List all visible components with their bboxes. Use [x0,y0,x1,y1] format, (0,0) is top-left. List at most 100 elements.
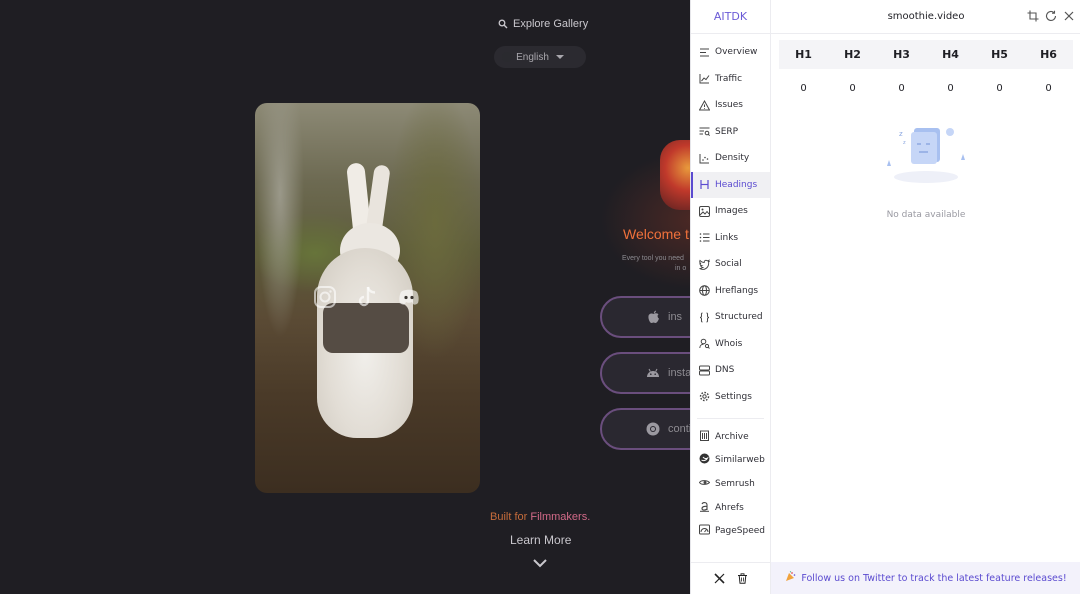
party-icon [785,571,796,585]
sidebar-item-pagespeed[interactable]: PageSpeed [691,519,770,543]
flag-icon [502,52,512,62]
topbar: smoothie.video [771,0,1080,34]
aitdk-panel: AITDK Overview Traffic Issues SERP Densi… [690,0,1080,594]
sidebar-item-label: Ahrefs [715,502,744,513]
sidebar-item-archive[interactable]: Archive [691,425,770,449]
heading-label-h5: H5 [991,48,1008,61]
heading-count-h3: 0 [898,82,905,94]
continue-chrome-label: conti [668,423,692,435]
language-select[interactable]: English [494,46,586,68]
sidebar-item-label: Hreflangs [715,285,759,296]
sidebar-item-social[interactable]: Social [691,251,770,278]
sidebar-item-links[interactable]: Links [691,225,770,252]
welcome-heading: Welcome t [623,226,689,242]
warning-icon [699,99,710,111]
sidebar-item-overview[interactable]: Overview [691,39,770,66]
tagline-line-2: in o [675,265,687,272]
hero-video[interactable] [255,103,480,493]
chrome-icon [646,422,660,436]
server-icon [699,365,710,376]
sidebar: AITDK Overview Traffic Issues SERP Densi… [691,0,771,594]
sidebar-item-label: Images [715,206,748,217]
sidebar-item-structured[interactable]: Structured [691,304,770,331]
sidebar-item-images[interactable]: Images [691,198,770,225]
globe-icon [699,285,710,297]
tagline: Every tool you need in o [622,254,686,274]
archive-icon [699,430,710,444]
language-label: English [516,51,549,63]
sidebar-item-density[interactable]: Density [691,145,770,172]
sidebar-item-label: Traffic [715,73,743,84]
sidebar-item-ahrefs[interactable]: Ahrefs [691,496,770,520]
topbar-tools [1027,10,1075,22]
external-tools: Archive Similarweb Semrush Ahrefs PageSp… [691,425,770,543]
heading-count-h4: 0 [947,82,954,94]
sidebar-item-issues[interactable]: Issues [691,92,770,119]
sidebar-item-traffic[interactable]: Traffic [691,66,770,93]
twitter-banner-text: Follow us on Twitter to track the latest… [801,572,1067,584]
aitdk-logo[interactable]: AITDK [691,0,770,34]
ahrefs-icon [699,501,710,515]
gear-icon [699,391,710,402]
install-mac-label: ins [668,311,683,323]
sidebar-footer [691,562,771,594]
similarweb-icon [699,453,710,467]
sidebar-item-similarweb[interactable]: Similarweb [691,449,770,473]
explore-gallery-link[interactable]: Explore Gallery [498,18,588,30]
bunny-vest [323,303,409,353]
pagespeed-icon [699,524,710,538]
heading-label-h2: H2 [844,48,861,61]
refresh-icon[interactable] [1045,10,1057,22]
sidebar-item-label: Structured [715,312,763,323]
trash-icon[interactable] [737,569,748,588]
sidebar-item-label: Settings [715,391,752,402]
sidebar-item-serp[interactable]: SERP [691,119,770,146]
sidebar-item-label: Issues [715,100,743,111]
explore-gallery-label: Explore Gallery [513,18,589,30]
sidebar-item-label: Archive [715,431,749,442]
sidebar-item-headings[interactable]: Headings [691,171,770,198]
sidebar-item-settings[interactable]: Settings [691,384,770,411]
tagline-line-1: Every tool you need [622,255,684,262]
heading-label-h1: H1 [795,48,812,61]
close-icon[interactable] [1063,10,1075,22]
semrush-icon [698,477,711,491]
apple-icon [646,310,660,324]
headings-table: H1 H2 H3 H4 H5 H6 0 0 0 0 0 0 [779,40,1073,107]
chevron-down-icon[interactable] [532,556,548,570]
caret-down-icon [555,55,564,59]
sidebar-item-label: Density [715,153,750,164]
density-icon [699,153,710,164]
tiktok-icon[interactable] [355,285,379,309]
overview-icon [699,47,710,58]
headings-count-row: 0 0 0 0 0 0 [779,69,1073,107]
crop-icon[interactable] [1027,10,1039,22]
heading-count-h5: 0 [996,82,1003,94]
learn-more-link[interactable]: Learn More [510,533,571,547]
heading-label-h3: H3 [893,48,910,61]
sidebar-item-label: SERP [715,126,739,137]
instagram-icon[interactable] [313,285,337,309]
svg-text:z: z [899,130,903,138]
sidebar-item-dns[interactable]: DNS [691,357,770,384]
sidebar-item-whois[interactable]: Whois [691,331,770,358]
social-links [313,285,421,309]
twitter-banner[interactable]: Follow us on Twitter to track the latest… [771,562,1080,594]
user-search-icon [699,338,710,350]
twitter-icon [699,258,710,270]
sidebar-item-label: Overview [715,47,758,58]
discord-icon[interactable] [397,285,421,309]
sidebar-item-hreflangs[interactable]: Hreflangs [691,278,770,305]
sidebar-item-label: Links [715,232,739,243]
image-icon [699,205,710,217]
heading-icon [699,179,710,190]
braces-icon [699,312,710,323]
headings-header-row: H1 H2 H3 H4 H5 H6 [779,40,1073,69]
sidebar-item-semrush[interactable]: Semrush [691,472,770,496]
serp-icon [699,126,710,137]
heading-count-h1: 0 [800,82,807,94]
links-icon [699,232,710,243]
x-twitter-icon[interactable] [714,569,725,588]
main-content: smoothie.video H1 H2 H3 H4 H5 H6 0 0 0 0 [771,0,1080,594]
install-android-label: insta [668,367,692,379]
